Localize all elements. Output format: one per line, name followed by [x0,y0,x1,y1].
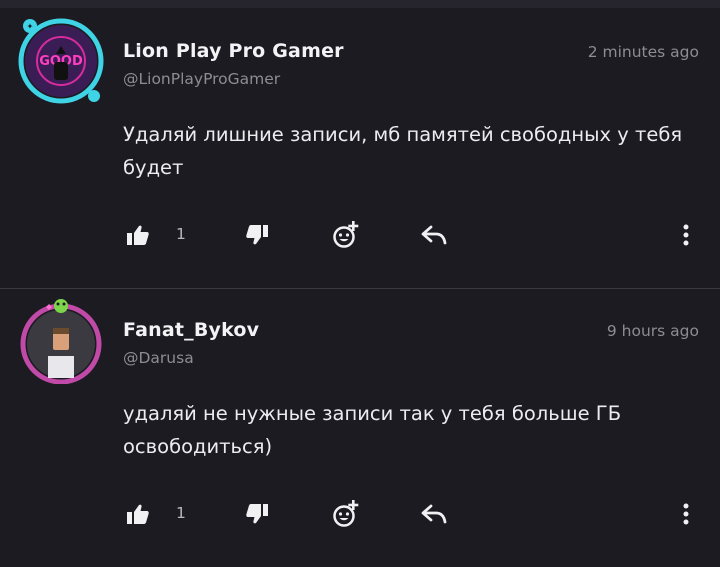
reply-arrow-icon [421,225,447,245]
comment-item: Fanat_Bykov @Darusa 9 hours ago удаляй н… [0,289,720,567]
like-count: 1 [176,504,186,522]
avatar[interactable] [18,298,104,384]
avatar[interactable]: GOOD ✦ [18,18,104,104]
more-vertical-icon [683,224,689,246]
comment-item: GOOD ✦ Lion Play Pro Gamer @LionPlayProG… [0,0,720,288]
add-emoji-icon [333,500,359,527]
author-name[interactable]: Fanat_Bykov [123,319,259,341]
like-count: 1 [176,225,186,243]
like-button[interactable] [120,494,156,534]
thumbs-down-icon [246,504,268,524]
comment-actions: 1 [0,215,720,255]
thumbs-down-icon [246,225,268,245]
svg-text:✦: ✦ [27,22,34,31]
thumbs-up-icon [127,504,149,524]
reply-arrow-icon [421,504,447,524]
more-options-button[interactable] [672,215,700,255]
dislike-button[interactable] [239,494,275,534]
add-reaction-button[interactable] [326,494,366,534]
author-name[interactable]: Lion Play Pro Gamer [123,40,344,62]
reply-button[interactable] [415,494,453,534]
comment-text: удаляй не нужные записи так у тебя больш… [123,402,622,458]
more-options-button[interactable] [672,494,700,534]
timestamp: 9 hours ago [606,322,699,340]
more-vertical-icon [683,503,689,525]
timestamp: 2 minutes ago [587,43,699,61]
comment-text: Удаляй лишние записи, мб памятей свободн… [123,123,683,179]
like-button[interactable] [120,215,156,255]
add-reaction-button[interactable] [326,215,366,255]
comment-actions: 1 [0,494,720,534]
author-handle[interactable]: @Darusa [123,349,194,367]
thumbs-up-icon [127,225,149,245]
reply-button[interactable] [415,215,453,255]
dislike-button[interactable] [239,215,275,255]
author-handle[interactable]: @LionPlayProGamer [123,70,280,88]
add-emoji-icon [333,221,359,248]
